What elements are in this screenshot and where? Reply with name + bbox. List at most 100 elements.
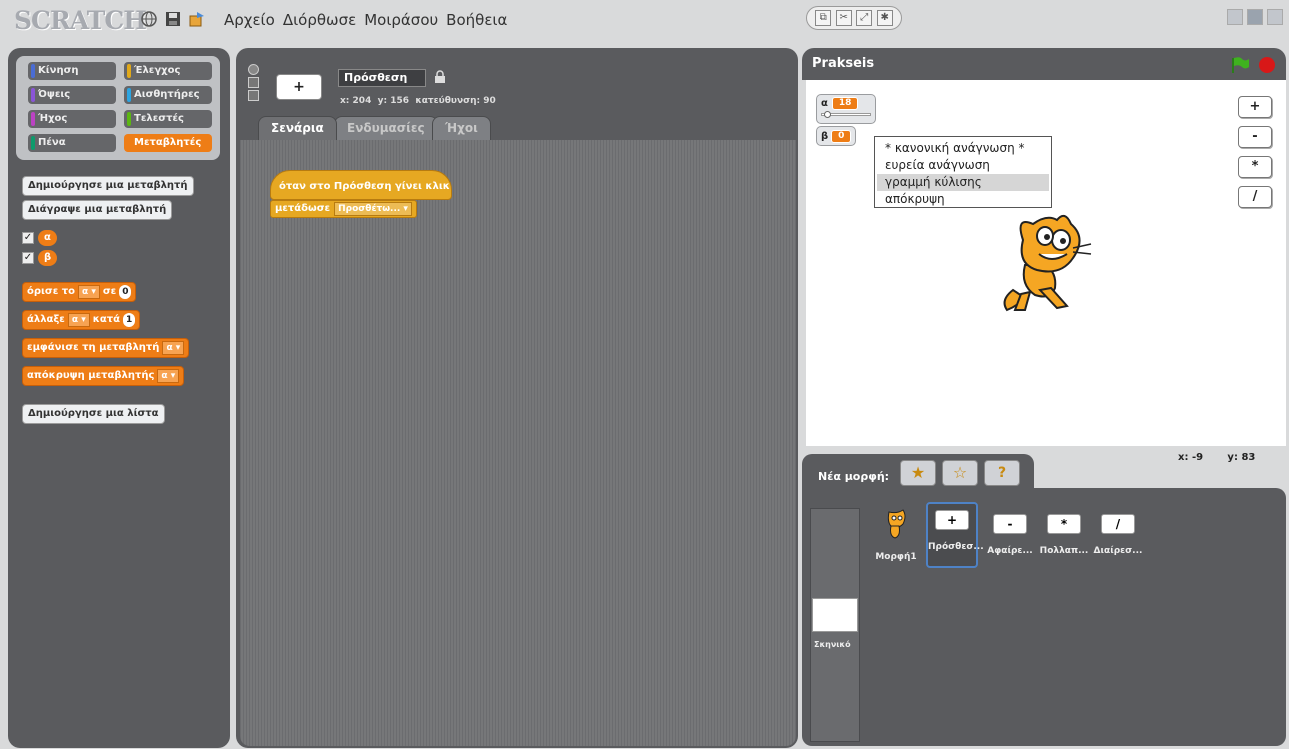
category-sensing[interactable]: Αισθητήρες <box>124 86 212 104</box>
menu-help[interactable]: Βοήθεια <box>446 11 507 29</box>
when-sprite-clicked-block[interactable]: όταν στο Πρόσθεση γίνει κλικ <box>270 170 452 200</box>
menu-item-large-readout[interactable]: ευρεία ανάγνωση <box>877 157 1049 174</box>
dropdown-value: α <box>82 287 89 297</box>
category-color-bar <box>31 136 35 150</box>
slider-knob[interactable] <box>824 111 831 118</box>
category-label: Ήχος <box>38 113 68 124</box>
sprite-thumb-multiply[interactable]: * Πολλαπ... <box>1038 508 1090 568</box>
show-variable-block[interactable]: εμφάνισε τη μεταβλητή α ▾ <box>22 338 190 358</box>
category-color-bar <box>127 136 131 150</box>
sprite-thumb-image: - <box>993 514 1027 534</box>
tab-scripts[interactable]: Σενάρια <box>258 116 337 140</box>
category-pen[interactable]: Πένα <box>28 134 116 152</box>
category-label: Μεταβλητές <box>134 137 202 148</box>
scripts-area[interactable] <box>240 140 796 746</box>
monitor-name: β <box>821 130 829 142</box>
sprite-coordinates: x: 204 y: 156 κατεύθυνση: 90 <box>340 96 496 106</box>
sprite-thumb-divide[interactable]: / Διαίρεσ... <box>1092 508 1144 568</box>
sprite-name: Πρόσθεσ... <box>928 542 984 552</box>
share-icon[interactable] <box>188 10 206 28</box>
sprite-thumb-cat[interactable]: Μορφή1 <box>870 508 922 568</box>
lock-icon[interactable] <box>434 70 446 84</box>
category-motion[interactable]: Κίνηση <box>28 62 116 80</box>
variable-a-reporter[interactable]: α <box>38 230 57 246</box>
menu-file[interactable]: Αρχείο <box>224 11 275 29</box>
make-variable-button[interactable]: Δημιούργησε μια μεταβλητή <box>22 176 194 196</box>
variable-dropdown[interactable]: α ▾ <box>78 285 100 299</box>
variable-a-checkbox[interactable]: ✓ <box>22 232 34 244</box>
category-looks[interactable]: Όψεις <box>28 86 116 104</box>
stop-icon[interactable] <box>1258 56 1276 74</box>
menu-bar: Αρχείο Διόρθωσε Μοιράσου Βοήθεια <box>224 11 507 29</box>
direction-label: κατεύθυνση: <box>415 96 481 106</box>
category-label: Όψεις <box>38 89 71 100</box>
menu-item-slider[interactable]: γραμμή κύλισης <box>877 174 1049 191</box>
flip-icon[interactable] <box>248 77 259 88</box>
grow-icon[interactable]: ⤢ <box>856 10 873 26</box>
delete-icon[interactable]: ✂ <box>835 10 852 26</box>
menu-share[interactable]: Μοιράσου <box>364 11 438 29</box>
add-button-sprite[interactable]: + <box>1238 96 1272 118</box>
delete-variable-button[interactable]: Διάγραψε μια μεταβλητή <box>22 200 173 220</box>
shrink-icon[interactable]: ✱ <box>876 10 893 26</box>
duplicate-icon[interactable]: ⧉ <box>815 10 832 26</box>
choose-sprite-file-button[interactable]: ☆ <box>942 460 978 486</box>
random-sprite-button[interactable]: ? <box>984 460 1020 486</box>
multiply-button-sprite[interactable]: * <box>1238 156 1272 178</box>
save-icon[interactable] <box>164 10 182 28</box>
menu-item-hide[interactable]: απόκρυψη <box>877 191 1049 208</box>
stage-thumbnail[interactable] <box>812 598 858 632</box>
change-variable-block[interactable]: άλλαξε α ▾ κατά 1 <box>22 310 141 330</box>
category-operators[interactable]: Τελεστές <box>124 110 212 128</box>
category-selector: Κίνηση Έλεγχος Όψεις Αισθητήρες Ήχος Τελ… <box>16 56 220 160</box>
message-dropdown[interactable]: Προσθέτω... ▾ <box>334 202 412 216</box>
variable-a-monitor[interactable]: α 18 <box>816 94 876 124</box>
cat-sprite[interactable] <box>995 210 1095 315</box>
monitor-slider[interactable] <box>821 111 871 118</box>
hide-variable-block[interactable]: απόκρυψη μεταβλητής α ▾ <box>22 366 185 386</box>
sprite-thumb-image: * <box>1047 514 1081 534</box>
paint-new-sprite-button[interactable]: ★ <box>900 460 936 486</box>
variable-dropdown[interactable]: α ▾ <box>162 341 185 355</box>
category-sound[interactable]: Ήχος <box>28 110 116 128</box>
divide-button-sprite[interactable]: / <box>1238 186 1272 208</box>
tab-sounds[interactable]: Ήχοι <box>432 116 491 140</box>
variable-dropdown[interactable]: α ▾ <box>67 313 90 327</box>
category-color-bar <box>31 88 35 102</box>
globe-icon[interactable] <box>140 10 158 28</box>
menu-item-normal-readout[interactable]: * κανονική ανάγνωση * <box>877 140 1049 157</box>
rotate-icon[interactable] <box>248 64 259 75</box>
presentation-icon[interactable] <box>1267 9 1283 25</box>
y-label: y: <box>377 96 388 106</box>
value-input[interactable]: 0 <box>119 285 132 299</box>
category-label: Κίνηση <box>38 65 79 76</box>
no-rotate-icon[interactable] <box>248 90 259 101</box>
sprite-thumbnail: + <box>276 74 322 100</box>
variable-b-checkbox[interactable]: ✓ <box>22 252 34 264</box>
green-flag-icon[interactable] <box>1230 56 1250 74</box>
broadcast-block[interactable]: μετάδωσε Προσθέτω... ▾ <box>270 200 417 218</box>
variable-dropdown[interactable]: α ▾ <box>157 369 180 383</box>
normal-stage-icon[interactable] <box>1247 9 1263 25</box>
small-stage-icon[interactable] <box>1227 9 1243 25</box>
sprite-thumb-subtract[interactable]: - Αφαίρε... <box>984 508 1036 568</box>
category-variables[interactable]: Μεταβλητές <box>124 134 212 152</box>
mouse-y-label: y: <box>1227 452 1238 463</box>
sprite-thumbnail-symbol: + <box>293 79 305 95</box>
tab-costumes[interactable]: Ενδυμασίες <box>334 116 438 140</box>
sprite-thumb-add[interactable]: + Πρόσθεσ... <box>926 502 984 568</box>
set-variable-block[interactable]: όρισε το α ▾ σε 0 <box>22 282 137 302</box>
block-text: μετάδωσε <box>275 203 331 214</box>
rotation-style-buttons <box>248 64 260 110</box>
variable-b-reporter[interactable]: β <box>38 250 58 266</box>
category-control[interactable]: Έλεγχος <box>124 62 212 80</box>
value-input[interactable]: 1 <box>122 313 136 327</box>
sprite-name-field[interactable]: Πρόσθεση <box>338 69 426 87</box>
mouse-x-value: -9 <box>1191 452 1204 463</box>
variable-b-monitor[interactable]: β0 <box>816 126 857 146</box>
monitor-value: 18 <box>831 97 859 110</box>
sprite-name: Διαίρεσ... <box>1093 546 1143 556</box>
menu-edit[interactable]: Διόρθωσε <box>283 11 356 29</box>
subtract-button-sprite[interactable]: - <box>1238 126 1272 148</box>
make-list-button[interactable]: Δημιούργησε μια λίστα <box>22 404 165 424</box>
